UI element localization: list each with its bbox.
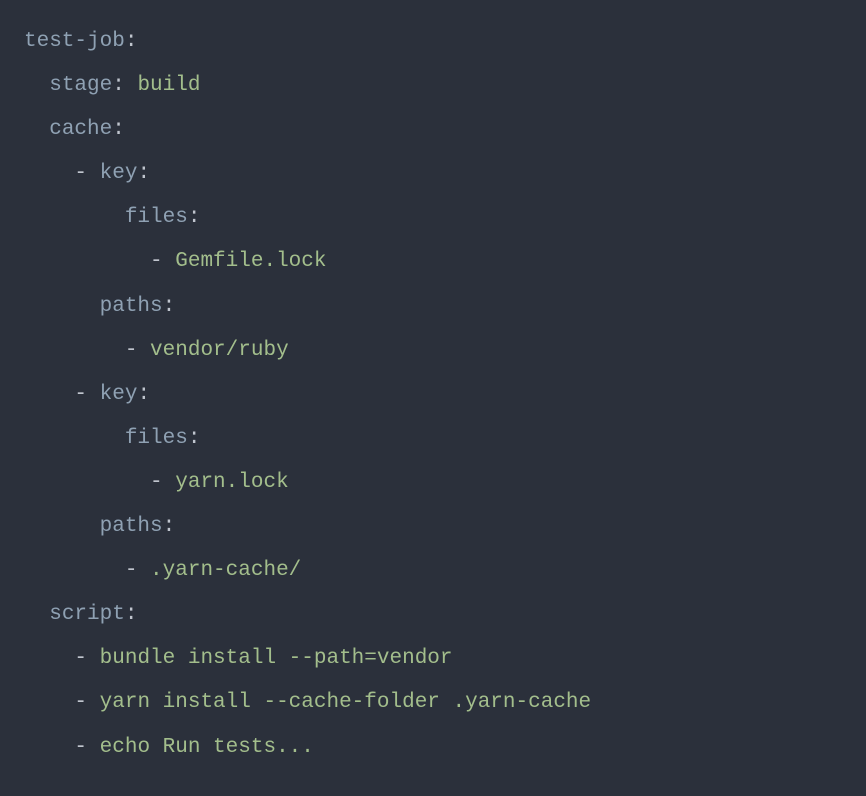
path-vendor-ruby: vendor/ruby — [150, 339, 289, 362]
script-key: script — [49, 603, 125, 626]
script-line-1: bundle install --path=vendor — [100, 647, 453, 670]
files-key-1: files — [125, 206, 188, 229]
path-yarn-cache: .yarn-cache/ — [150, 559, 301, 582]
file-yarn-lock: yarn.lock — [175, 471, 288, 494]
key-key-1: key — [100, 162, 138, 185]
files-key-2: files — [125, 427, 188, 450]
file-gemfile: Gemfile.lock — [175, 250, 326, 273]
stage-value: build — [137, 74, 200, 97]
stage-key: stage — [49, 74, 112, 97]
key-key-2: key — [100, 383, 138, 406]
cache-key: cache — [49, 118, 112, 141]
script-line-3: echo Run tests... — [100, 736, 314, 759]
paths-key-1: paths — [100, 295, 163, 318]
job-name: test-job — [24, 30, 125, 53]
yaml-code-block: test-job: stage: build cache: - key: fil… — [24, 20, 842, 770]
script-line-2: yarn install --cache-folder .yarn-cache — [100, 691, 591, 714]
paths-key-2: paths — [100, 515, 163, 538]
